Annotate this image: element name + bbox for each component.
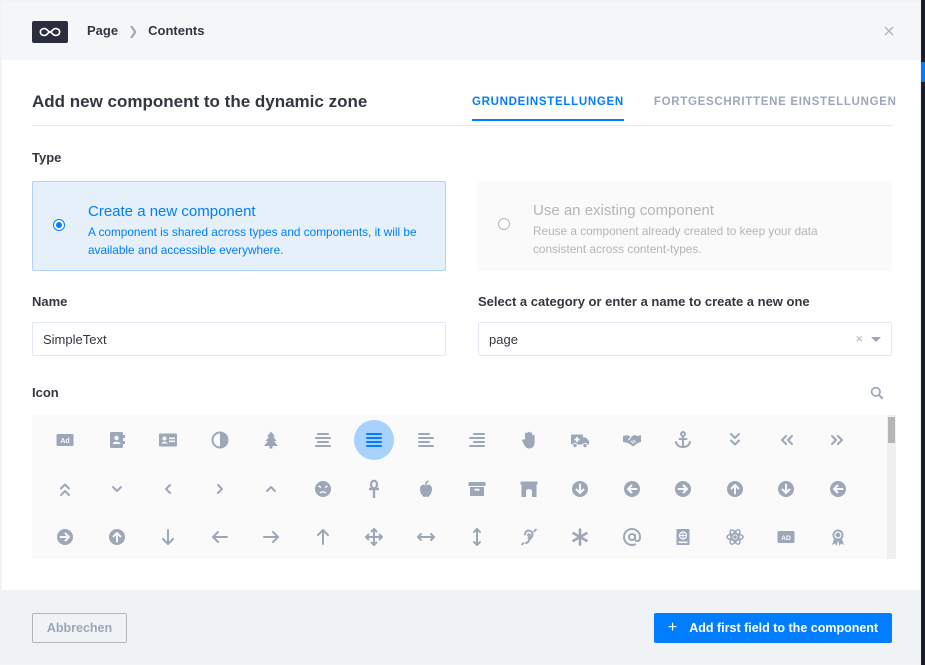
anchor-icon[interactable]	[663, 420, 703, 460]
breadcrumb-item-current: Contents	[148, 23, 205, 38]
arrow-circle-up-icon[interactable]	[715, 469, 755, 509]
radio-selected[interactable]	[53, 219, 65, 231]
close-icon[interactable]	[882, 24, 896, 38]
icon-grid: Ad AD	[32, 415, 896, 559]
chevron-right-icon: ❯	[128, 23, 139, 38]
caret-down-icon[interactable]	[871, 337, 881, 342]
align-left-icon[interactable]	[406, 420, 446, 460]
archway-icon[interactable]	[509, 469, 549, 509]
arrow-circle-down-icon[interactable]	[560, 469, 600, 509]
angle-double-left-icon[interactable]	[766, 420, 806, 460]
arrow-right-icon[interactable]	[251, 517, 291, 557]
arrow-circle-down-icon[interactable]	[766, 469, 806, 509]
arrow-down-icon[interactable]	[148, 517, 188, 557]
add-first-field-label: Add first field to the component	[689, 621, 879, 635]
at-icon[interactable]	[612, 517, 652, 557]
option-description: A component is shared across types and c…	[88, 225, 417, 257]
category-label: Select a category or enter a name to cre…	[478, 294, 810, 309]
category-select[interactable]: page ×	[478, 322, 892, 356]
search-icon[interactable]	[870, 386, 884, 400]
clear-icon[interactable]: ×	[855, 332, 863, 345]
modal-footer: Abbrechen + Add first field to the compo…	[2, 590, 920, 663]
angle-double-down-icon[interactable]	[715, 420, 755, 460]
name-input[interactable]: SimpleText	[32, 322, 446, 356]
cancel-button[interactable]: Abbrechen	[32, 613, 127, 643]
category-value: page	[489, 331, 518, 347]
option-description: Reuse a component already created to kee…	[533, 224, 818, 256]
icon-grid-scrollbar[interactable]	[887, 415, 896, 559]
svg-text:Ad: Ad	[60, 438, 69, 445]
option-create-new-component[interactable]: Create a new component A component is sh…	[32, 181, 446, 271]
align-center-icon[interactable]	[303, 420, 343, 460]
background-edge	[921, 0, 925, 665]
align-right-icon[interactable]	[457, 420, 497, 460]
add-first-field-button[interactable]: + Add first field to the component	[654, 613, 892, 643]
ad-icon[interactable]: Ad	[45, 420, 85, 460]
option-title: Use an existing component	[533, 202, 714, 219]
angle-right-icon[interactable]	[200, 469, 240, 509]
apple-icon[interactable]	[406, 469, 446, 509]
angry-icon[interactable]	[303, 469, 343, 509]
add-component-modal: Page ❯ Contents Add new component to the…	[2, 2, 920, 663]
archive-icon[interactable]	[457, 469, 497, 509]
radio-unselected[interactable]	[498, 218, 510, 230]
settings-tabs: GRUNDEINSTELLUNGEN FORTGESCHRITTENE EINS…	[472, 96, 897, 121]
handshake-icon[interactable]	[612, 420, 652, 460]
address-card-icon[interactable]	[148, 420, 188, 460]
angle-double-up-icon[interactable]	[45, 469, 85, 509]
name-label: Name	[32, 294, 68, 309]
asterisk-icon[interactable]	[560, 517, 600, 557]
breadcrumb-item[interactable]: Page	[87, 23, 118, 38]
tab-advanced-settings[interactable]: FORTGESCHRITTENE EINSTELLUNGEN	[654, 96, 897, 121]
award-icon[interactable]	[818, 517, 858, 557]
ambulance-icon[interactable]	[560, 420, 600, 460]
arrows-v-icon[interactable]	[457, 517, 497, 557]
scrollbar-thumb[interactable]	[888, 417, 895, 443]
address-book-icon[interactable]	[97, 420, 137, 460]
tree-icon[interactable]	[251, 420, 291, 460]
arrows-h-icon[interactable]	[406, 517, 446, 557]
arrows-icon[interactable]	[354, 517, 394, 557]
header-divider	[32, 125, 892, 126]
breadcrumb: Page ❯ Contents	[87, 23, 204, 38]
plus-icon: +	[667, 619, 678, 636]
modal-title: Add new component to the dynamic zone	[32, 92, 368, 111]
deaf-icon[interactable]	[509, 517, 549, 557]
angle-up-icon[interactable]	[251, 469, 291, 509]
angle-down-icon[interactable]	[97, 469, 137, 509]
angle-left-icon[interactable]	[148, 469, 188, 509]
infinity-icon	[32, 21, 68, 43]
hand-paper-icon[interactable]	[509, 420, 549, 460]
atom-icon[interactable]	[715, 517, 755, 557]
arrow-left-icon[interactable]	[200, 517, 240, 557]
tab-basic-settings[interactable]: GRUNDEINSTELLUNGEN	[472, 96, 624, 121]
arrow-circle-left-icon[interactable]	[818, 469, 858, 509]
icon-label: Icon	[32, 385, 59, 400]
atlas-icon[interactable]	[663, 517, 703, 557]
arrow-up-icon[interactable]	[303, 517, 343, 557]
option-title: Create a new component	[88, 203, 256, 220]
arrow-circle-right-icon[interactable]	[45, 517, 85, 557]
arrow-circle-right-icon[interactable]	[663, 469, 703, 509]
modal-header: Page ❯ Contents	[2, 2, 920, 60]
ankh-icon[interactable]	[354, 469, 394, 509]
adjust-icon[interactable]	[200, 420, 240, 460]
angle-double-right-icon[interactable]	[818, 420, 858, 460]
option-use-existing-component[interactable]: Use an existing component Reuse a compon…	[478, 181, 892, 271]
svg-text:AD: AD	[781, 535, 791, 542]
arrow-circle-up-icon[interactable]	[97, 517, 137, 557]
align-justify-icon[interactable]	[354, 420, 394, 460]
type-label: Type	[32, 150, 62, 165]
audio-description-icon[interactable]: AD	[766, 517, 806, 557]
arrow-circle-left-icon[interactable]	[612, 469, 652, 509]
